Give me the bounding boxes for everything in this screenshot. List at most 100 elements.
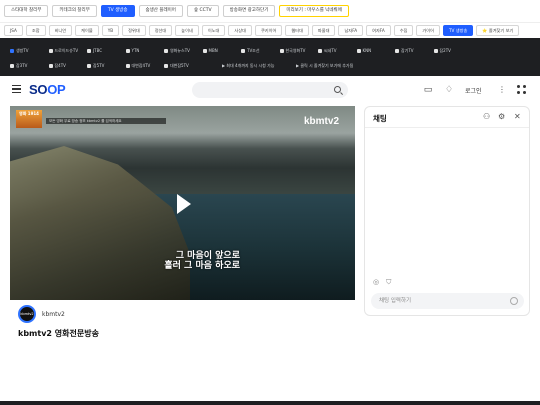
channel-option[interactable]: JTBC [87,48,126,53]
users-icon[interactable]: ⚇ [483,112,490,121]
chat-title: 채팅 [373,114,387,123]
channel-watermark: kbmtv2 [303,116,339,127]
channel-option[interactable]: 생방TV [10,48,49,54]
checkbox[interactable] [164,48,168,53]
chat-panel: 채팅 ⚇ ⚙ ✕ ◎ ⛉ 채팅 입력하기 [364,106,530,316]
checkbox[interactable] [433,48,438,53]
checkbox[interactable] [356,48,361,53]
channel-info: kbmtv2 kbmtv2 [18,305,65,323]
channel-option[interactable]: MBN [202,48,242,53]
logo-part-a: SO [29,82,48,97]
broadcast-icon[interactable]: ▭ [423,85,433,95]
more-icon[interactable]: ⋮ [498,85,506,94]
chip-3[interactable]: 숲생산 플레이어 [138,5,183,17]
filter-pill[interactable]: 비니언 [48,25,73,36]
chip-5[interactable]: 방송화면 광고하단기 [222,5,276,17]
checkbox[interactable] [164,63,168,68]
info-note: ▶ 최대 4개까지 동시 시청 가능 [222,62,275,68]
checkbox[interactable] [87,63,91,68]
channel-grid: 생방TV 드로이드슈TV JTBC YTN 영화뉴스TV MBN TV조선 한국… [0,38,540,76]
subtitle-line-1: 그 마음이 앞으로 [175,251,240,261]
filter-pill[interactable]: 남자FA [338,25,364,36]
filter-pill[interactable]: YB [101,25,120,36]
info-note: ▶ 클릭 시 즐겨찾기 보기에 추가됨 [296,62,354,68]
checkbox[interactable] [202,48,207,53]
filter-pill-tv-live[interactable]: TV 생방송 [442,25,474,36]
bottom-bar [0,401,540,405]
channel-option[interactable]: YTN [125,48,165,53]
channel-option[interactable]: 잡5TV [87,63,126,69]
filter-pill[interactable]: 쿠키이어 [254,25,283,36]
chip-0[interactable]: 스타대학 찰리부 [4,5,49,17]
filter-pill[interactable]: JSA [4,25,23,36]
channel-option[interactable]: 드로이드슈TV [48,48,88,54]
checkbox[interactable] [125,48,130,53]
broadcast-title: kbmtv2 영화전문방송 [18,329,99,338]
filter-pill[interactable]: 웹터대 [285,25,309,36]
emoji-icon[interactable] [510,297,518,305]
login-button[interactable]: 로그인 [465,86,482,95]
filter-pill[interactable]: 수집 [393,25,414,36]
apps-grid-icon[interactable] [517,85,527,95]
checkbox[interactable] [318,48,322,53]
emoticon-icon[interactable]: ◎ [373,278,379,287]
channel-option[interactable]: 잡2TV [433,48,473,54]
close-chat-icon[interactable]: ✕ [514,112,521,121]
filter-pill[interactable]: 케이블 [75,25,99,36]
chip-1[interactable]: 키테크의 찰리부 [52,5,97,17]
chat-tools: ◎ ⛉ [373,278,391,287]
menu-icon[interactable] [12,85,21,93]
chip-preview[interactable]: 미리보기 : 마우스를 낙네뤄에 [279,5,349,17]
play-icon[interactable] [177,194,191,214]
channel-option[interactable]: 잡4TV [48,63,88,69]
channel-option[interactable]: 씨네TV [318,48,357,54]
filter-pill[interactable]: 여자FA [366,25,391,36]
chip-cctv[interactable]: 숲 CCTV [186,5,219,17]
bell-icon[interactable]: ♢ [444,85,454,95]
channel-option[interactable]: TV조선 [241,48,280,54]
video-ticker: 모든 영화 무료 방송 정보 kbmtv2 를 검색하세요 [46,118,166,124]
search-input[interactable] [192,82,348,98]
checkbox[interactable] [279,48,284,53]
divider [365,127,529,128]
logo-part-b: OP [47,82,66,97]
filter-bar: JSA 조합 비니언 케이블 YB 정위대 정선대 높이네 이노대 사상대 쿠키… [0,22,540,38]
checkbox[interactable] [241,48,245,53]
checkbox[interactable] [395,48,399,53]
chat-input-placeholder: 채팅 입력하기 [379,298,412,304]
channel-option[interactable]: 한국영화TV [279,48,319,54]
cart-icon[interactable]: ⛉ [386,278,391,287]
logo[interactable]: SOOP [29,82,66,97]
checkbox[interactable] [48,63,53,68]
channel-option[interactable]: 잡3TV [10,63,49,69]
filter-pill[interactable]: 이노대 [201,25,226,36]
search-icon[interactable] [334,85,341,93]
filter-pill[interactable]: 파울대 [311,25,336,36]
filter-pill[interactable]: 가이어 [416,25,440,36]
channel-option[interactable]: KNN [356,48,396,53]
checkbox[interactable] [87,48,91,53]
chip-tv-live[interactable]: TV 생방송 [100,5,135,17]
avatar[interactable]: kbmtv2 [18,305,36,323]
filter-pill[interactable]: 사상대 [228,25,252,36]
gear-icon[interactable]: ⚙ [498,112,505,121]
filter-pill[interactable]: 정선대 [148,25,173,36]
checkbox-checked[interactable] [10,48,14,53]
channel-name[interactable]: kbmtv2 [42,311,65,318]
favorites-button[interactable]: ⭐ 즐겨찾기 보기 [476,25,520,36]
chat-input[interactable]: 채팅 입력하기 [371,293,524,309]
checkbox[interactable] [125,63,130,68]
filter-pill[interactable]: 정위대 [122,25,146,36]
channel-option[interactable]: 영화뉴스TV [164,48,203,54]
category-bar: 스타대학 찰리부 키테크의 찰리부 TV 생방송 숲생산 플레이어 숲 CCTV… [0,0,540,22]
video-subtitle: 그 마음이 앞으로 흘러 그 마음 하오로 [120,251,240,271]
channel-option[interactable]: 잡기TV [395,48,434,54]
subtitle-line-2: 흘러 그 마음 하오로 [164,261,240,271]
filter-pill[interactable]: 조합 [25,25,46,36]
channel-option[interactable]: 대변잡5TV [164,63,222,69]
channel-option[interactable]: 대변잡4TV [125,63,165,69]
filter-pill[interactable]: 높이네 [175,25,199,36]
checkbox[interactable] [48,48,53,53]
video-player[interactable]: 영화 1914 모든 영화 무료 방송 정보 kbmtv2 를 검색하세요 kb… [10,106,355,300]
checkbox[interactable] [10,63,14,68]
